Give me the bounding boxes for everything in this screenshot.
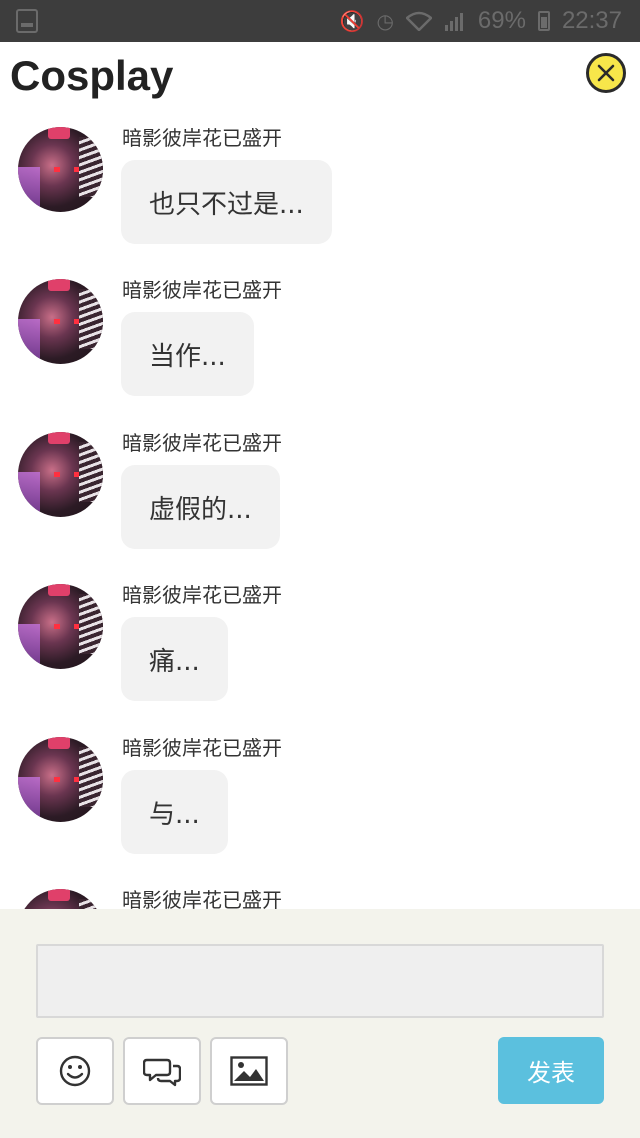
message-item: 暗影彼岸花已盛开 xyxy=(0,872,640,909)
message-list[interactable]: 暗影彼岸花已盛开 也只不过是... 暗影彼岸花已盛开 当作... 暗影彼岸花已盛… xyxy=(0,110,640,909)
mute-icon: 🔇 xyxy=(339,9,365,33)
message-bubble: 痛... xyxy=(121,617,228,701)
image-button[interactable] xyxy=(210,1037,288,1105)
message-author[interactable]: 暗影彼岸花已盛开 xyxy=(122,884,282,909)
comment-icon xyxy=(143,1058,181,1087)
composer-panel: 发表 xyxy=(0,909,640,1138)
emoji-button[interactable] xyxy=(36,1037,114,1105)
comment-button[interactable] xyxy=(123,1037,201,1105)
message-input[interactable] xyxy=(36,944,604,1018)
message-author[interactable]: 暗影彼岸花已盛开 xyxy=(122,732,282,761)
signal-icon xyxy=(444,11,466,31)
avatar[interactable] xyxy=(18,737,103,822)
status-bar: 🔇 ◷ 69% 22:37 xyxy=(0,0,640,42)
close-button[interactable] xyxy=(586,53,626,93)
message-author[interactable]: 暗影彼岸花已盛开 xyxy=(122,427,282,456)
message-author[interactable]: 暗影彼岸花已盛开 xyxy=(122,274,282,303)
send-button[interactable]: 发表 xyxy=(498,1037,604,1104)
message-bubble: 当作... xyxy=(121,312,254,396)
avatar[interactable] xyxy=(18,279,103,364)
image-icon xyxy=(230,1056,268,1086)
battery-icon xyxy=(537,11,550,31)
message-bubble: 也只不过是... xyxy=(121,160,332,244)
message-item: 暗影彼岸花已盛开 当作... xyxy=(0,262,640,414)
battery-percent: 69% xyxy=(477,7,526,34)
wifi-icon xyxy=(405,11,432,31)
avatar[interactable] xyxy=(18,432,103,517)
avatar[interactable] xyxy=(18,584,103,669)
message-item: 暗影彼岸花已盛开 也只不过是... xyxy=(0,110,640,262)
page-title: Cosplay xyxy=(10,52,174,99)
close-icon xyxy=(597,64,615,82)
screenshot-icon xyxy=(16,9,38,33)
message-item: 暗影彼岸花已盛开 痛... xyxy=(0,567,640,719)
avatar[interactable] xyxy=(18,889,103,909)
app-header: Cosplay xyxy=(0,42,640,110)
emoji-icon xyxy=(59,1055,91,1087)
avatar[interactable] xyxy=(18,127,103,212)
message-item: 暗影彼岸花已盛开 与... xyxy=(0,720,640,872)
message-author[interactable]: 暗影彼岸花已盛开 xyxy=(122,579,282,608)
message-author[interactable]: 暗影彼岸花已盛开 xyxy=(122,122,282,151)
message-item: 暗影彼岸花已盛开 虚假的... xyxy=(0,415,640,567)
clock: 22:37 xyxy=(561,7,622,34)
alarm-icon: ◷ xyxy=(376,9,394,33)
message-bubble: 与... xyxy=(121,770,228,854)
message-bubble: 虚假的... xyxy=(121,465,280,549)
